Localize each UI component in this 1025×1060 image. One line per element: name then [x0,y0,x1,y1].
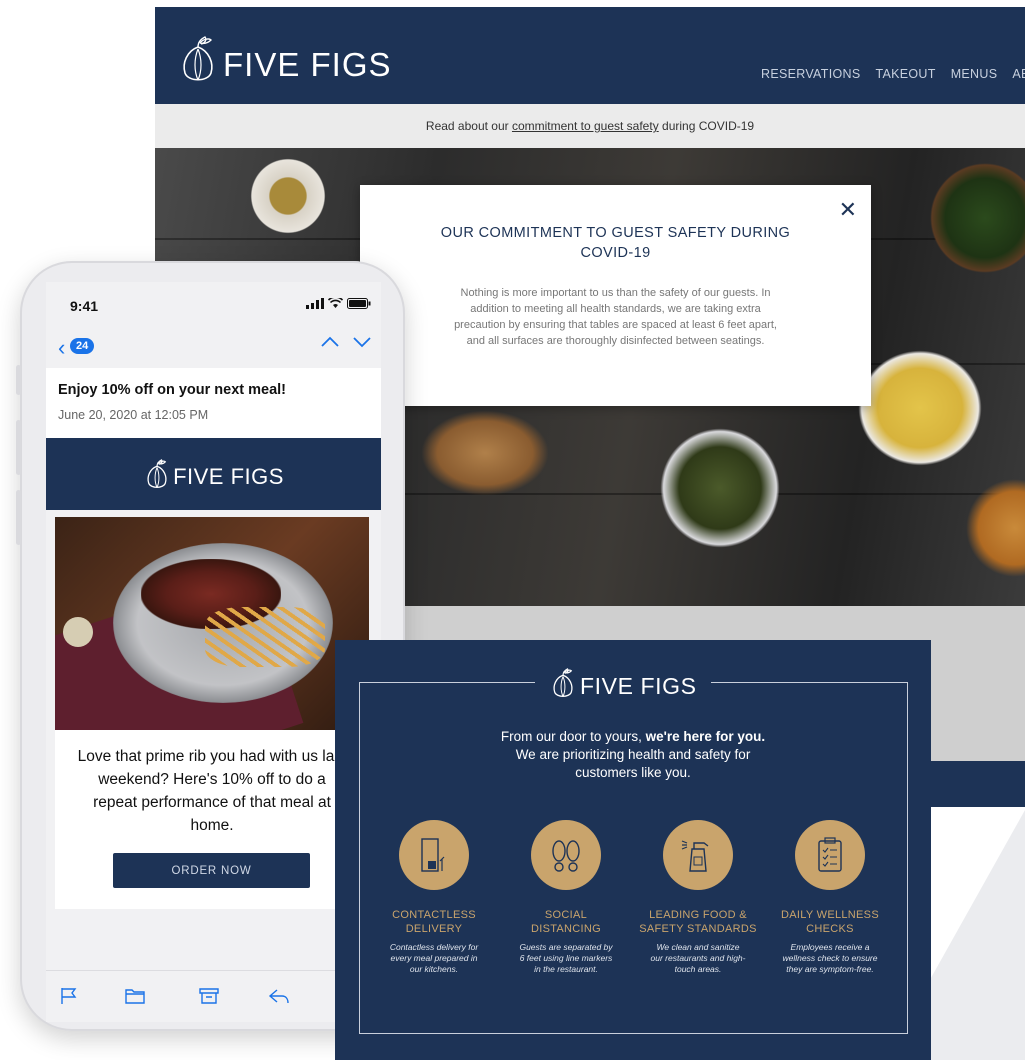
feature-title: DELIVERY [405,923,463,935]
archive-icon[interactable] [198,987,220,1005]
feature-desc: every meal prepared in [390,953,478,963]
email-subject: Enjoy 10% off on your next meal! [58,382,287,398]
door-package-icon [421,838,445,872]
email-date: June 20, 2020 at 12:05 PM [58,408,209,422]
notice-suffix: during COVID-19 [658,119,755,133]
chevron-up-icon[interactable] [321,336,339,348]
phone-screen: 9:41 ‹ 24 Enjoy 10% off on your next mea… [46,282,381,1022]
email-brand-banner: FIVE FIGS [46,438,381,510]
email-content-card: Love that prime rib you had with us last… [55,517,369,909]
feature-title: DISTANCING [530,923,602,935]
feature-title: SOCIAL [544,909,588,921]
covid-notice-bar: Read about our commitment to guest safet… [155,104,1025,148]
phone-volume-down [16,490,21,545]
folder-icon[interactable] [124,987,146,1005]
steak-dinner-image [55,517,369,730]
feature-title: SAFETY STANDARDS [639,923,757,935]
email-body-text: Love that prime rib you had with us last… [77,748,347,834]
intro-text: From our door to yours, [500,729,646,744]
feature-title: LEADING FOOD & [649,909,747,921]
nav-menus[interactable]: MENUS [951,67,998,81]
signal-icon [306,298,324,309]
nav-takeout[interactable]: TAKEOUT [875,67,935,81]
spray-bottle-icon [681,840,709,872]
feature-desc: We clean and sanitize [656,942,740,952]
notice-prefix: Read about our [425,119,512,133]
modal-body: Nothing is more important to us than the… [454,287,777,347]
feature-wellness-checks: DAILY WELLNESS CHECKS Employees receive a… [766,820,894,975]
feature-desc: our restaurants and high- [650,953,746,963]
feature-desc: our kitchens. [409,964,459,974]
feature-title: DAILY WELLNESS [781,909,879,921]
site-logo-text: FIVE FIGS [223,46,392,83]
fig-logo-icon [553,668,573,697]
clipboard-checklist-icon [818,837,842,872]
email-banner-logo-text: FIVE FIGS [173,464,284,489]
feature-desc: they are symptom-free. [786,964,874,974]
intro-line-3: customers like you. [575,765,691,780]
site-logo[interactable]: FIVE FIGS [177,31,392,87]
flyer-logo: FIVE FIGS [535,662,711,704]
wifi-icon [328,298,343,308]
safety-flyer: FIVE FIGS From our door to yours, we're … [335,640,931,1060]
email-header: Enjoy 10% off on your next meal! June 20… [46,368,381,440]
phone-side-button [16,365,21,395]
mail-nav-bar: ‹ 24 [46,334,381,364]
feature-desc: wellness check to ensure [782,953,878,963]
intro-line-2: We are prioritizing health and safety fo… [515,747,751,762]
notice-link[interactable]: commitment to guest safety [512,119,659,133]
feature-desc: Guests are separated by [519,942,613,952]
status-time: 9:41 [70,298,99,314]
fig-logo-icon [147,459,167,488]
feature-desc: 6 feet using line markers [519,953,613,963]
feature-social-distancing: SOCIAL DISTANCING Guests are separated by… [502,820,630,975]
feature-desc: in the restaurant. [534,964,598,974]
feature-title: CONTACTLESS [392,909,476,921]
feature-safety-standards: LEADING FOOD & SAFETY STANDARDS We clean … [634,820,762,975]
chevron-down-icon[interactable] [353,336,371,348]
battery-icon [347,298,371,309]
nav-reservations[interactable]: RESERVATIONS [761,67,860,81]
nav-about[interactable]: ABO [1012,67,1025,81]
feature-desc: Contactless delivery for [389,942,479,952]
flag-icon[interactable] [58,987,80,1005]
status-icons [306,298,371,309]
close-icon[interactable]: ✕ [839,199,857,221]
modal-title: OUR COMMITMENT TO GUEST SAFETY DURING CO… [440,225,791,261]
site-nav: RESERVATIONS TAKEOUT MENUS ABO [761,67,1025,81]
footprints-icon [552,840,580,872]
intro-emphasis: we're here for you. [645,729,766,744]
feature-contactless-delivery: CONTACTLESS DELIVERY Contactless delivery… [370,820,498,975]
flyer-logo-text: FIVE FIGS [580,672,697,699]
mail-toolbar [46,970,381,1022]
phone-volume-up [16,420,21,475]
feature-desc: Employees receive a [790,942,870,952]
back-chevron-icon[interactable]: ‹ [58,337,65,359]
feature-title: CHECKS [806,923,854,935]
fig-logo-icon [183,36,213,81]
order-now-button[interactable]: ORDER NOW [113,853,310,888]
site-header: FIVE FIGS RESERVATIONS TAKEOUT MENUS ABO [155,7,1025,104]
flyer-intro: From our door to yours, we're here for y… [335,728,931,782]
feature-desc: touch areas. [674,964,722,974]
covid-safety-modal: ✕ OUR COMMITMENT TO GUEST SAFETY DURING … [360,185,871,406]
message-arrows [321,336,371,348]
unread-count-badge: 24 [70,338,95,354]
reply-icon[interactable] [268,987,290,1005]
